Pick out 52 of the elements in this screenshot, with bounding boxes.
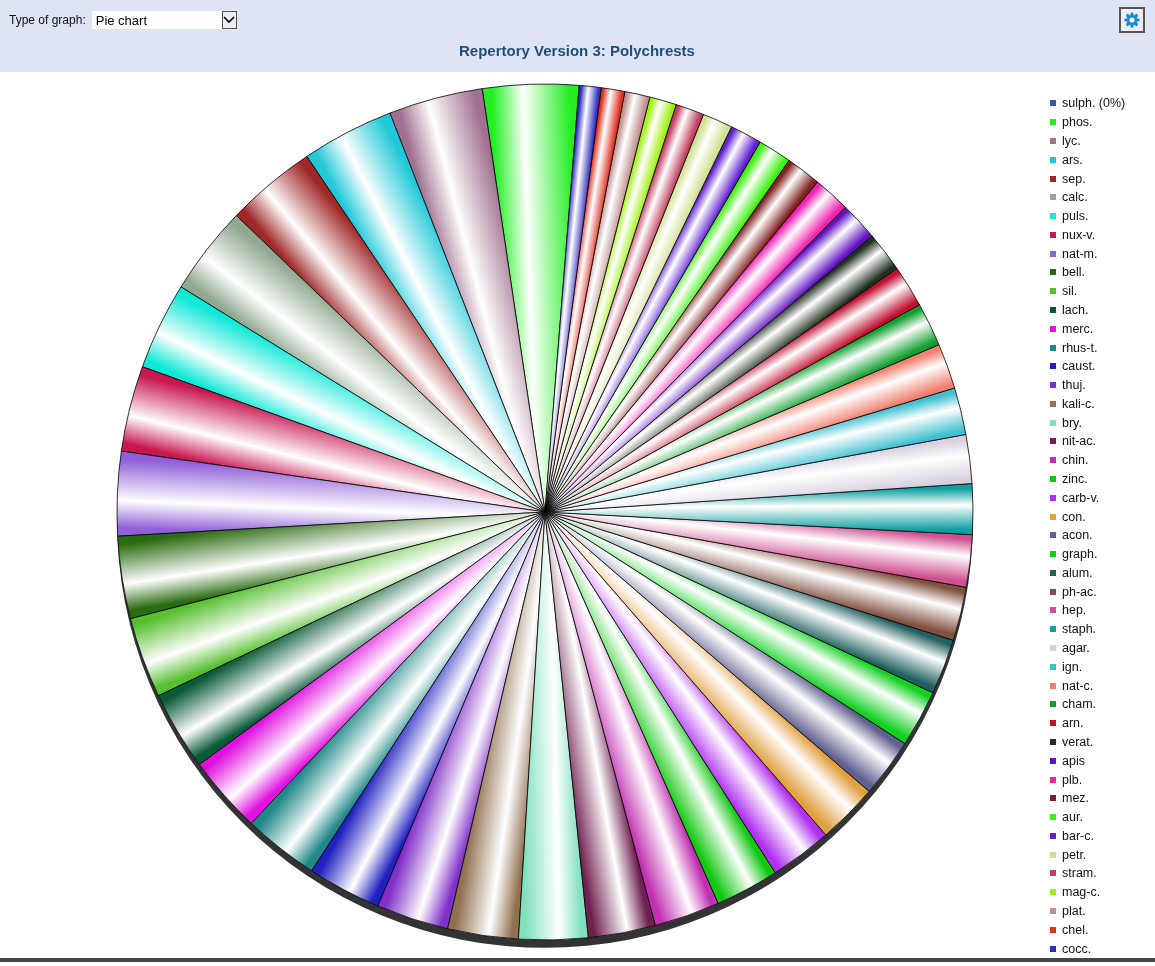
legend-label: staph. <box>1062 622 1097 637</box>
legend-label: bell. <box>1062 265 1085 280</box>
legend-label: cocc. <box>1062 941 1092 956</box>
legend-label: lach. <box>1062 303 1089 317</box>
legend-label: bar-c. <box>1062 828 1094 843</box>
legend-label: sulph. (0%) <box>1062 96 1126 111</box>
legend-label: stram. <box>1062 866 1097 881</box>
legend-label: merc. <box>1062 321 1094 336</box>
legend-label: nat-c. <box>1062 678 1094 693</box>
legend-label: graph. <box>1062 547 1098 562</box>
legend-label: calc. <box>1062 190 1088 205</box>
legend-label: agar. <box>1062 641 1090 656</box>
legend-label: arn. <box>1062 716 1084 731</box>
settings-icon <box>1124 12 1140 28</box>
legend-label: apis <box>1062 753 1085 768</box>
legend-label: zinc. <box>1062 472 1088 486</box>
legend-label: carb-v. <box>1062 490 1100 505</box>
legend-label: kali-c. <box>1062 396 1095 411</box>
legend-label: acon. <box>1062 528 1093 543</box>
legend-label: ign. <box>1062 659 1083 674</box>
legend-label: thuj. <box>1062 378 1086 393</box>
caret-icon <box>221 11 237 29</box>
legend-label: caust. <box>1062 359 1096 374</box>
legend-label: nit-ac. <box>1062 434 1097 449</box>
legend-label: alum. <box>1062 565 1093 580</box>
graph-type-label: Type of graph: <box>9 13 86 27</box>
legend-label: plat. <box>1062 904 1086 918</box>
legend-label: plb. <box>1062 772 1083 787</box>
legend-label: petr. <box>1062 847 1087 862</box>
legend-label: nat-m. <box>1062 246 1098 261</box>
legend-label: phos. <box>1062 115 1093 130</box>
legend-label: puls. <box>1062 209 1089 224</box>
legend-label: verat. <box>1062 734 1094 749</box>
legend-label: ars. <box>1062 152 1083 167</box>
legend-label: mag-c. <box>1062 885 1101 900</box>
legend-label: aur. <box>1062 810 1083 825</box>
settings-button[interactable] <box>1119 7 1145 33</box>
legend-label: sep. <box>1062 171 1086 186</box>
legend-label: chel. <box>1062 922 1089 937</box>
legend-label: lyc. <box>1062 133 1081 148</box>
legend-label: nux-v. <box>1062 227 1096 242</box>
legend-label: cham. <box>1062 697 1097 712</box>
legend-label: hep. <box>1062 603 1087 618</box>
legend-label: con. <box>1062 509 1086 524</box>
chart-title: Repertory Version 3: Polychrests <box>458 42 696 59</box>
legend-label: ph-ac. <box>1062 584 1097 599</box>
legend-label: rhus-t. <box>1062 340 1098 355</box>
legend-label: bry. <box>1062 415 1082 430</box>
graph-type-dropdown[interactable]: Pie chart <box>91 11 237 29</box>
legend-label: chin. <box>1062 453 1089 468</box>
legend-label: sil. <box>1062 284 1078 299</box>
legend-label: mez. <box>1062 791 1090 806</box>
